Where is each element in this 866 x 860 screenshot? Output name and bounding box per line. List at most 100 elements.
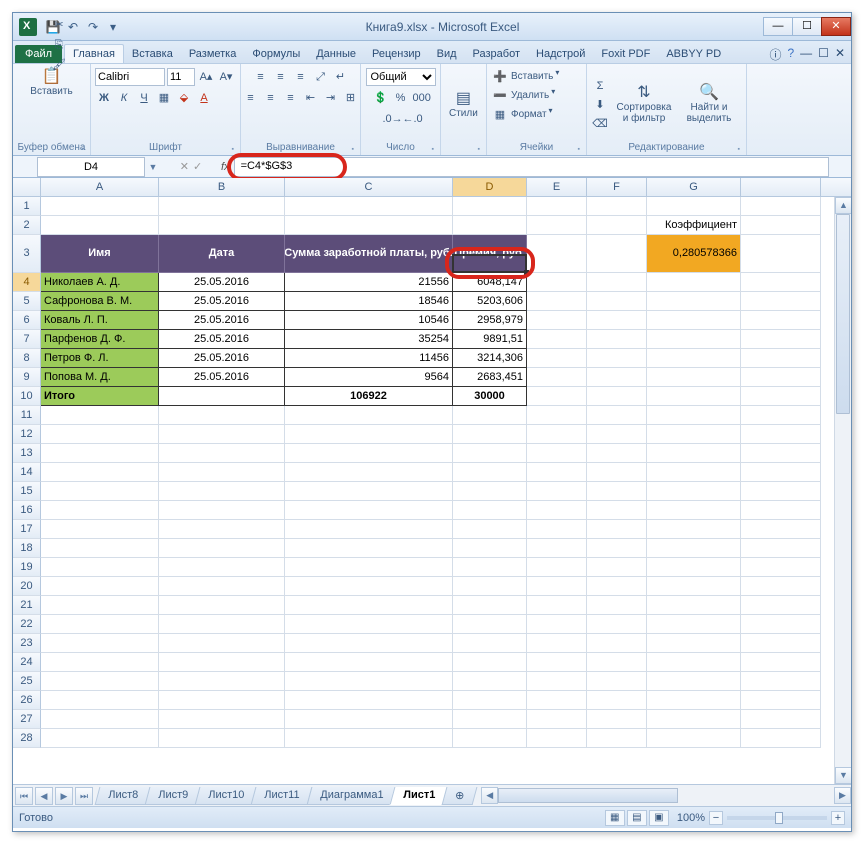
col-header-C[interactable]: C xyxy=(285,178,453,196)
font-name-select[interactable] xyxy=(95,68,165,86)
header-date[interactable]: Дата xyxy=(159,235,285,273)
sort-filter-button[interactable]: ⇅ Сортировка и фильтр xyxy=(611,82,677,126)
underline-icon[interactable]: Ч xyxy=(135,89,153,107)
table-cell[interactable]: 25.05.2016 xyxy=(159,311,285,330)
ribbon-minimize-icon[interactable]: ⓘ xyxy=(769,46,781,63)
zoom-knob[interactable] xyxy=(775,812,783,824)
tab-insert[interactable]: Вставка xyxy=(124,45,181,63)
table-cell[interactable]: 18546 xyxy=(285,292,453,311)
grow-font-icon[interactable]: A▴ xyxy=(197,68,215,86)
row-header[interactable]: 7 xyxy=(13,330,41,349)
row-header[interactable]: 9 xyxy=(13,368,41,387)
scroll-up-icon[interactable]: ▲ xyxy=(835,197,851,214)
new-sheet-tab[interactable]: ⊕ xyxy=(442,787,478,805)
sheet-tab-active[interactable]: Лист1 xyxy=(389,787,448,805)
merge-icon[interactable]: ⊞ xyxy=(342,89,360,107)
col-header-blank[interactable] xyxy=(741,178,821,196)
border-icon[interactable]: ▦ xyxy=(155,89,173,107)
insert-cells-button[interactable]: ➕Вставить▾ xyxy=(491,68,559,86)
align-center-icon[interactable]: ≡ xyxy=(262,89,280,107)
col-header-F[interactable]: F xyxy=(587,178,647,196)
row-header[interactable]: 11 xyxy=(13,406,41,425)
total-label-cell[interactable]: Итого xyxy=(41,387,159,406)
total-bonus-cell[interactable]: 30000 xyxy=(453,387,527,406)
col-header-G[interactable]: G xyxy=(647,178,741,196)
mdi-minimize-icon[interactable]: — xyxy=(800,46,812,63)
confirm-formula-icon[interactable]: ✓ xyxy=(193,160,202,173)
scroll-left-icon[interactable]: ◀ xyxy=(481,787,498,804)
row-header[interactable]: 24 xyxy=(13,653,41,672)
clear-icon[interactable]: ⌫ xyxy=(591,115,609,133)
header-salary[interactable]: Сумма заработной платы, руб. xyxy=(285,235,453,273)
shrink-font-icon[interactable]: A▾ xyxy=(217,68,235,86)
sheet-nav-next-icon[interactable]: ▶ xyxy=(55,787,73,805)
font-size-select[interactable] xyxy=(167,68,195,86)
row-header[interactable]: 1 xyxy=(13,197,41,216)
delete-cells-button[interactable]: ➖Удалить▾ xyxy=(491,87,555,105)
row-header[interactable]: 2 xyxy=(13,216,41,235)
table-cell[interactable]: Коваль Л. П. xyxy=(41,311,159,330)
tab-developer[interactable]: Разработ xyxy=(465,45,528,63)
hscroll-thumb[interactable] xyxy=(498,788,678,803)
table-cell[interactable]: 25.05.2016 xyxy=(159,330,285,349)
table-cell[interactable]: 2958,979 xyxy=(453,311,527,330)
sheet-tab[interactable]: Лист10 xyxy=(195,787,258,805)
format-cells-button[interactable]: ▦Формат▾ xyxy=(491,106,553,124)
table-cell[interactable]: 9891,51 xyxy=(453,330,527,349)
qat-dropdown-icon[interactable]: ▾ xyxy=(105,19,121,35)
table-cell[interactable]: 25.05.2016 xyxy=(159,273,285,292)
cancel-formula-icon[interactable]: ✕ xyxy=(180,160,189,173)
table-cell[interactable]: Николаев А. Д. xyxy=(41,273,159,292)
row-header[interactable]: 16 xyxy=(13,501,41,520)
table-cell[interactable]: 2683,451 xyxy=(453,368,527,387)
header-bonus[interactable]: Премия, руб. xyxy=(453,235,527,273)
align-right-icon[interactable]: ≡ xyxy=(282,89,300,107)
row-header[interactable]: 28 xyxy=(13,729,41,748)
tab-formulas[interactable]: Формулы xyxy=(244,45,308,63)
autosum-icon[interactable]: Σ xyxy=(591,77,609,95)
number-format-select[interactable]: Общий xyxy=(366,68,436,86)
sheet-nav-first-icon[interactable]: ⏮ xyxy=(15,787,33,805)
close-button[interactable]: ✕ xyxy=(821,17,851,36)
worksheet-grid[interactable]: A B C D E F G 1 2Коэффициент 3 Имя Дата … xyxy=(13,178,851,784)
find-select-button[interactable]: 🔍 Найти и выделить xyxy=(679,82,739,126)
table-cell[interactable]: 35254 xyxy=(285,330,453,349)
formula-bar[interactable]: =C4*$G$3 xyxy=(234,157,829,177)
table-cell[interactable]: 3214,306 xyxy=(453,349,527,368)
percent-icon[interactable]: % xyxy=(392,89,410,107)
row-header[interactable]: 15 xyxy=(13,482,41,501)
tab-layout[interactable]: Разметка xyxy=(181,45,245,63)
sheet-tab[interactable]: Лист8 xyxy=(95,787,152,805)
zoom-in-button[interactable]: + xyxy=(831,811,845,825)
font-color-icon[interactable]: A xyxy=(195,89,213,107)
row-header[interactable]: 18 xyxy=(13,539,41,558)
row-header[interactable]: 19 xyxy=(13,558,41,577)
increase-indent-icon[interactable]: ⇥ xyxy=(322,89,340,107)
mdi-close-icon[interactable]: ✕ xyxy=(835,46,845,63)
row-header[interactable]: 22 xyxy=(13,615,41,634)
page-break-view-icon[interactable]: ▣ xyxy=(649,810,669,826)
scroll-down-icon[interactable]: ▼ xyxy=(835,767,851,784)
scroll-right-icon[interactable]: ▶ xyxy=(834,787,851,804)
coef-value-cell[interactable]: 0,280578366 xyxy=(647,235,741,273)
sheet-tab[interactable]: Лист9 xyxy=(145,787,202,805)
increase-decimal-icon[interactable]: .0→ xyxy=(382,110,400,128)
table-cell[interactable]: Попова М. Д. xyxy=(41,368,159,387)
row-header[interactable]: 23 xyxy=(13,634,41,653)
total-salary-cell[interactable]: 106922 xyxy=(285,387,453,406)
row-header[interactable]: 17 xyxy=(13,520,41,539)
tab-home[interactable]: Главная xyxy=(64,44,124,63)
row-header[interactable]: 20 xyxy=(13,577,41,596)
minimize-button[interactable]: — xyxy=(763,17,793,36)
row-header[interactable]: 6 xyxy=(13,311,41,330)
table-cell[interactable]: 11456 xyxy=(285,349,453,368)
row-header[interactable]: 27 xyxy=(13,710,41,729)
tab-review[interactable]: Рецензир xyxy=(364,45,429,63)
row-header[interactable]: 10 xyxy=(13,387,41,406)
table-cell[interactable]: 9564 xyxy=(285,368,453,387)
mdi-restore-icon[interactable]: ☐ xyxy=(818,46,829,63)
tab-data[interactable]: Данные xyxy=(308,45,364,63)
table-cell[interactable]: 25.05.2016 xyxy=(159,349,285,368)
fill-handle[interactable] xyxy=(524,270,529,275)
wrap-text-icon[interactable]: ↵ xyxy=(332,68,350,86)
